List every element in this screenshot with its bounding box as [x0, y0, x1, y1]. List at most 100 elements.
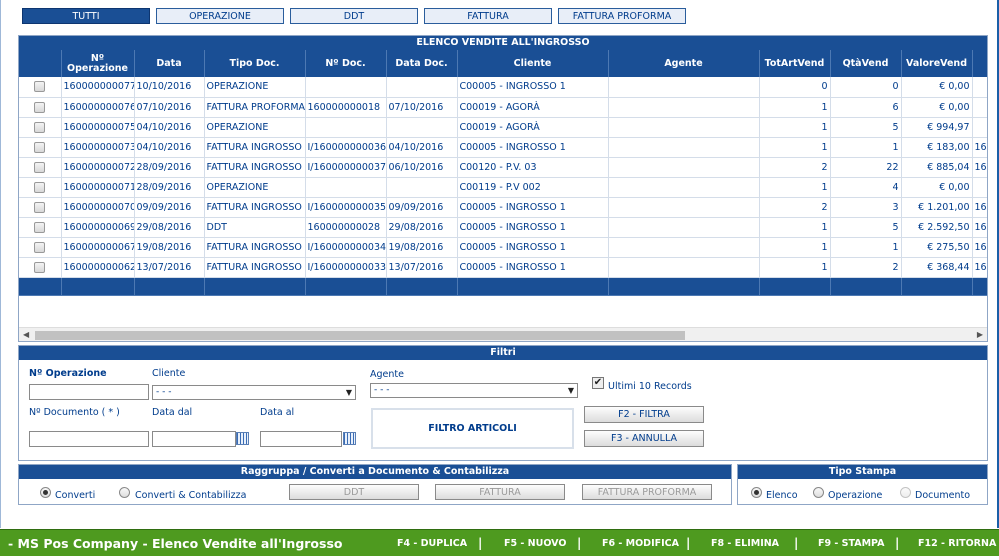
- row-checkbox[interactable]: [34, 81, 46, 93]
- table-cell: 160000000028: [305, 217, 387, 238]
- calendar-icon[interactable]: [236, 432, 249, 445]
- column-header[interactable]: TotArtVend: [759, 50, 831, 77]
- n-documento-label: Nº Documento ( * ): [29, 407, 120, 418]
- footer-cell: [19, 277, 62, 296]
- stampa-key[interactable]: F9 - STAMPA: [818, 538, 885, 549]
- duplica-key[interactable]: F4 - DUPLICA: [397, 538, 467, 549]
- table-cell: C00120 - P.V. 03: [457, 157, 609, 178]
- elenco-label: Elenco: [766, 490, 798, 501]
- table-cell: 1: [759, 237, 831, 258]
- n-documento-input[interactable]: [29, 431, 149, 447]
- table-cell: [386, 77, 458, 98]
- table-row[interactable]: 160000000062 13/07/2016 FATTURA INGROSSO I/…: [19, 257, 987, 278]
- table-cell: 0: [759, 77, 831, 98]
- nuovo-key[interactable]: F5 - NUOVO: [504, 538, 566, 549]
- table-cell: 04/10/2016: [386, 137, 458, 158]
- operazione-radio[interactable]: [813, 487, 824, 498]
- table-cell: I/160000000034: [305, 237, 387, 258]
- horizontal-scrollbar[interactable]: ◀ ▶: [19, 327, 987, 341]
- column-header[interactable]: Nº Doc.: [305, 50, 387, 77]
- data-al-input[interactable]: [260, 431, 342, 447]
- table-cell: 1: [759, 97, 831, 118]
- table-cell: 160000000072: [61, 157, 135, 178]
- row-select-cell: [19, 197, 62, 218]
- n-operazione-input[interactable]: [29, 384, 149, 400]
- calendar-icon[interactable]: [343, 432, 356, 445]
- filtra-button[interactable]: F2 - FILTRA: [584, 406, 704, 423]
- row-checkbox[interactable]: [34, 121, 46, 133]
- converti-contabilizza-radio[interactable]: [119, 487, 130, 498]
- tab-tutti[interactable]: TUTTI: [22, 8, 150, 24]
- filtro-articoli-button[interactable]: FILTRO ARTICOLI: [371, 408, 574, 449]
- tab-fattura-proforma[interactable]: FATTURA PROFORMA: [558, 8, 686, 24]
- column-header[interactable]: ValoreVend: [901, 50, 973, 77]
- footer-cell: [759, 277, 831, 296]
- table-cell: 16: [972, 237, 987, 258]
- tipo-stampa-title: Tipo Stampa: [738, 465, 987, 479]
- table-row[interactable]: 160000000077 10/10/2016 OPERAZIONE C00005 -…: [19, 77, 987, 98]
- table-row[interactable]: 160000000069 29/08/2016 DDT 160000000028 29/…: [19, 217, 987, 238]
- column-header[interactable]: Agente: [608, 50, 760, 77]
- scrollbar-thumb[interactable]: [35, 331, 685, 340]
- table-cell: 16: [972, 157, 987, 178]
- column-header[interactable]: Data: [134, 50, 205, 77]
- row-checkbox[interactable]: [34, 161, 46, 173]
- table-cell: C00019 - AGORÀ: [457, 117, 609, 138]
- table-cell: C00005 - INGROSSO 1: [457, 197, 609, 218]
- table-cell: [608, 97, 760, 118]
- table-row[interactable]: 160000000067 19/08/2016 FATTURA INGROSSO I/…: [19, 237, 987, 258]
- scroll-left-icon[interactable]: ◀: [23, 330, 29, 339]
- column-header[interactable]: QtàVend: [830, 50, 902, 77]
- elimina-key[interactable]: F8 - ELIMINA: [711, 538, 779, 549]
- converti-radio[interactable]: [40, 487, 51, 498]
- row-checkbox[interactable]: [34, 201, 46, 213]
- data-dal-input[interactable]: [152, 431, 236, 447]
- table-cell: C00005 - INGROSSO 1: [457, 257, 609, 278]
- row-checkbox[interactable]: [34, 141, 46, 153]
- column-header[interactable]: [19, 50, 62, 77]
- table-cell: 160000000071: [61, 177, 135, 198]
- cliente-select[interactable]: - - - ▼: [152, 385, 356, 400]
- footer-cell: [305, 277, 387, 296]
- table-row[interactable]: 160000000070 09/09/2016 FATTURA INGROSSO I/…: [19, 197, 987, 218]
- row-checkbox[interactable]: [34, 241, 46, 253]
- elenco-radio[interactable]: [751, 487, 762, 498]
- tab-ddt[interactable]: DDT: [290, 8, 418, 24]
- table-cell: 29/08/2016: [386, 217, 458, 238]
- fattura-proforma-button[interactable]: FATTURA PROFORMA: [582, 484, 712, 500]
- ddt-button[interactable]: DDT: [289, 484, 419, 500]
- agente-select[interactable]: - - - ▼: [370, 383, 578, 398]
- table-row[interactable]: 160000000076 07/10/2016 FATTURA PROFORMA 16…: [19, 97, 987, 118]
- row-checkbox[interactable]: [34, 221, 46, 233]
- column-header[interactable]: P: [972, 50, 987, 77]
- annulla-button[interactable]: F3 - ANNULLA: [584, 430, 704, 447]
- table-cell: 160000000069: [61, 217, 135, 238]
- modifica-key[interactable]: F6 - MODIFICA: [602, 538, 679, 549]
- scroll-right-icon[interactable]: ▶: [977, 330, 983, 339]
- table-row[interactable]: 160000000075 04/10/2016 OPERAZIONE C00019 -…: [19, 117, 987, 138]
- column-header[interactable]: Tipo Doc.: [204, 50, 306, 77]
- table-row[interactable]: 160000000072 28/09/2016 FATTURA INGROSSO I/…: [19, 157, 987, 178]
- documento-radio[interactable]: [900, 487, 911, 498]
- table-cell: € 994,97: [901, 117, 973, 138]
- ritorna-key[interactable]: F12 - RITORNA: [918, 538, 996, 549]
- tab-fattura[interactable]: FATTURA: [424, 8, 552, 24]
- table-cell: C00005 - INGROSSO 1: [457, 237, 609, 258]
- table-cell: € 183,00: [901, 137, 973, 158]
- table-cell: [608, 197, 760, 218]
- ultimi-records-checkbox[interactable]: ✔: [592, 377, 604, 389]
- row-checkbox[interactable]: [34, 101, 46, 113]
- table-row[interactable]: 160000000073 04/10/2016 FATTURA INGROSSO I/…: [19, 137, 987, 158]
- table-cell: OPERAZIONE: [204, 117, 306, 138]
- table-row[interactable]: 160000000071 28/09/2016 OPERAZIONE C00119 -…: [19, 177, 987, 198]
- fattura-button[interactable]: FATTURA: [435, 484, 565, 500]
- row-checkbox[interactable]: [34, 181, 46, 193]
- tab-operazione[interactable]: OPERAZIONE: [156, 8, 284, 24]
- table-cell: 07/10/2016: [386, 97, 458, 118]
- column-header[interactable]: Nº Operazione: [61, 50, 135, 77]
- column-header[interactable]: Cliente: [457, 50, 609, 77]
- row-checkbox[interactable]: [34, 261, 46, 273]
- table-cell: 19/08/2016: [134, 237, 205, 258]
- table-cell: € 885,04: [901, 157, 973, 178]
- column-header[interactable]: Data Doc.: [386, 50, 458, 77]
